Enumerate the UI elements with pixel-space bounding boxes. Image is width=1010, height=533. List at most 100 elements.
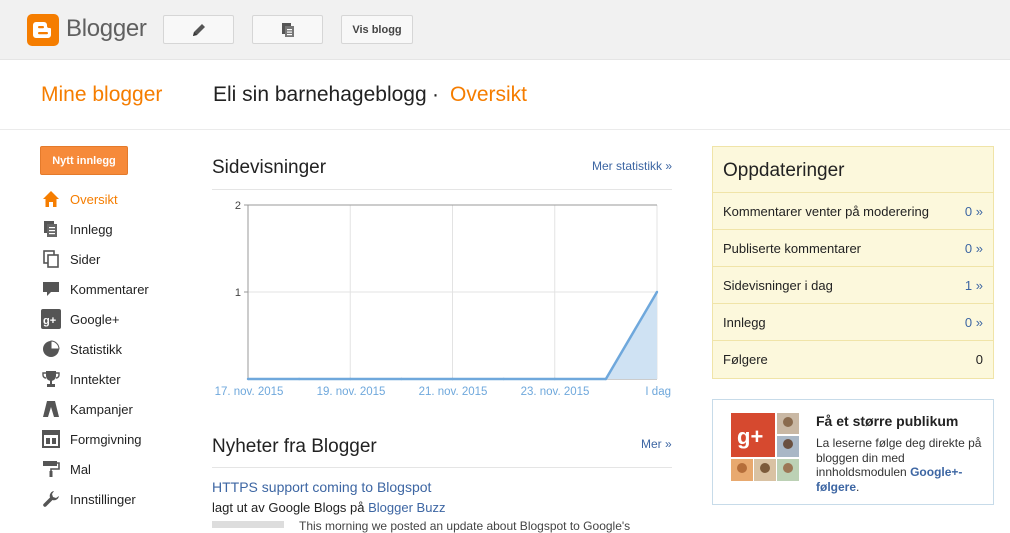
- svg-text:g+: g+: [737, 424, 763, 449]
- trophy-icon: [41, 369, 61, 389]
- chart-x-tick-label: 17. nov. 2015: [215, 386, 284, 398]
- updates-row-label: Innlegg: [723, 314, 766, 330]
- updates-row-posts: Innlegg 0 »: [713, 303, 993, 340]
- new-post-button[interactable]: Nytt innlegg: [40, 146, 128, 175]
- chart-point: [655, 290, 659, 294]
- promo-text: La leserne følge deg direkte på bloggen …: [816, 436, 986, 494]
- sidebar-item-label: Oversikt: [70, 191, 118, 207]
- sidebar-item-innlegg[interactable]: Innlegg: [41, 219, 191, 239]
- blogger-logo-icon[interactable]: [27, 14, 59, 46]
- sidebar-item-innstillinger[interactable]: Innstillinger: [41, 489, 191, 509]
- news-source-link[interactable]: Blogger Buzz: [368, 500, 445, 515]
- updates-row-label: Følgere: [723, 351, 768, 367]
- sidebar-item-label: Formgivning: [70, 431, 142, 447]
- updates-row-value[interactable]: 1 »: [965, 278, 983, 293]
- updates-row-value[interactable]: 0 »: [965, 241, 983, 256]
- sidebar-item-label: Inntekter: [70, 371, 121, 387]
- updates-row-value: 0: [975, 351, 983, 367]
- updates-title: Oppdateringer: [723, 160, 845, 181]
- google-plus-icon: g+: [41, 309, 61, 329]
- sidebar-item-oversikt[interactable]: Oversikt: [41, 189, 191, 209]
- divider: [212, 189, 672, 190]
- sidebar-item-google-plus[interactable]: g+ Google+: [41, 309, 191, 329]
- sidebar-item-kampanjer[interactable]: Kampanjer: [41, 399, 191, 419]
- chart-x-tick-label: 21. nov. 2015: [419, 386, 488, 398]
- documents-icon: [281, 22, 294, 37]
- sidebar-item-label: Kampanjer: [70, 401, 133, 417]
- chart-point: [400, 377, 403, 381]
- sidebar-item-statistikk[interactable]: Statistikk: [41, 339, 191, 359]
- pencil-icon: [192, 23, 205, 36]
- sidebar-item-formgivning[interactable]: Formgivning: [41, 429, 191, 449]
- chart-point: [502, 377, 505, 381]
- view-blog-button[interactable]: Vis blogg: [341, 15, 413, 44]
- comment-icon: [41, 279, 61, 299]
- pageviews-chart: 1 2 17. nov. 2015 19. nov. 2015 21. nov. 201…: [215, 200, 671, 398]
- paint-roller-icon: [41, 459, 61, 479]
- chart-point: [297, 377, 301, 381]
- sidebar-item-sider[interactable]: Sider: [41, 249, 191, 269]
- chart-point: [349, 377, 352, 381]
- updates-row-label: Publiserte kommentarer: [723, 240, 861, 256]
- news-thumbnail: [212, 521, 284, 528]
- sidebar-item-label: Mal: [70, 461, 91, 477]
- sidebar-item-kommentarer[interactable]: Kommentarer: [41, 279, 191, 299]
- audience-promo-panel: g+ Få et større publikum La leserne følg…: [712, 399, 994, 505]
- chart-point: [553, 377, 556, 381]
- sidebar-item-label: Innstillinger: [70, 491, 136, 507]
- top-bar: Blogger Vis blogg: [0, 0, 1010, 60]
- chart-y-tick-label: 2: [235, 200, 241, 212]
- promo-title: Få et større publikum: [816, 413, 959, 429]
- news-more-link[interactable]: Mer »: [641, 437, 672, 451]
- wrench-icon: [41, 489, 61, 509]
- pageviews-title: Sidevisninger: [212, 157, 327, 178]
- page-header: Mine blogger Eli sin barnehageblogg · Ov…: [0, 61, 1010, 130]
- updates-row-followers: Følgere 0: [713, 340, 993, 377]
- chart-point: [451, 377, 454, 381]
- page-title: Oversikt: [450, 83, 528, 106]
- more-stats-link[interactable]: Mer statistikk »: [592, 159, 672, 173]
- pages-icon: [41, 249, 61, 269]
- campaign-icon: [41, 399, 61, 419]
- news-item-title[interactable]: HTTPS support coming to Blogspot: [212, 479, 431, 495]
- layout-icon: [41, 429, 61, 449]
- sidebar-item-inntekter[interactable]: Inntekter: [41, 369, 191, 389]
- breadcrumb-separator: ·: [432, 83, 439, 106]
- posts-list-button[interactable]: [252, 15, 323, 44]
- chart-x-tick-label: 19. nov. 2015: [317, 386, 386, 398]
- updates-row-pending-comments: Kommentarer venter på moderering 0 »: [713, 192, 993, 229]
- new-post-pencil-button[interactable]: [163, 15, 234, 44]
- sidebar-item-label: Sider: [70, 251, 101, 267]
- google-plus-avatars-icon: g+: [731, 413, 799, 481]
- app-name: Blogger: [66, 15, 147, 42]
- updates-row-published-comments: Publiserte kommentarer 0 »: [713, 229, 993, 266]
- pie-chart-icon: [41, 339, 61, 359]
- sidebar-item-mal[interactable]: Mal: [41, 459, 191, 479]
- sidebar-item-label: Innlegg: [70, 221, 113, 237]
- news-title: Nyheter fra Blogger: [212, 436, 377, 457]
- blog-title: Eli sin barnehageblogg: [213, 83, 427, 106]
- chart-x-tick-label: I dag: [645, 386, 671, 398]
- chart-point: [246, 377, 250, 381]
- updates-row-value[interactable]: 0 »: [965, 204, 983, 219]
- chart-x-tick-label: 23. nov. 2015: [521, 386, 590, 398]
- svg-text:g+: g+: [43, 315, 56, 327]
- chart-point: [604, 377, 608, 381]
- sidebar-item-label: Google+: [70, 311, 120, 327]
- updates-row-label: Kommentarer venter på moderering: [723, 203, 929, 219]
- sidebar-item-label: Statistikk: [70, 341, 123, 357]
- updates-row-label: Sidevisninger i dag: [723, 277, 833, 293]
- promo-suffix: .: [856, 479, 860, 494]
- updates-panel: Oppdateringer Kommentarer venter på mode…: [712, 146, 994, 379]
- news-item-snippet: This morning we posted an update about B…: [299, 519, 631, 533]
- news-meta-prefix: lagt ut av Google Blogs på: [212, 500, 365, 515]
- sidebar-item-label: Kommentarer: [70, 281, 149, 297]
- updates-row-pageviews-today: Sidevisninger i dag 1 »: [713, 266, 993, 303]
- chart-y-tick-label: 1: [235, 287, 241, 299]
- news-item-meta: lagt ut av Google Blogs på Blogger Buzz: [212, 500, 445, 515]
- my-blogs-link[interactable]: Mine blogger: [41, 83, 162, 107]
- updates-row-value[interactable]: 0 »: [965, 315, 983, 330]
- divider: [212, 467, 672, 468]
- posts-icon: [41, 219, 61, 239]
- home-icon: [41, 189, 61, 209]
